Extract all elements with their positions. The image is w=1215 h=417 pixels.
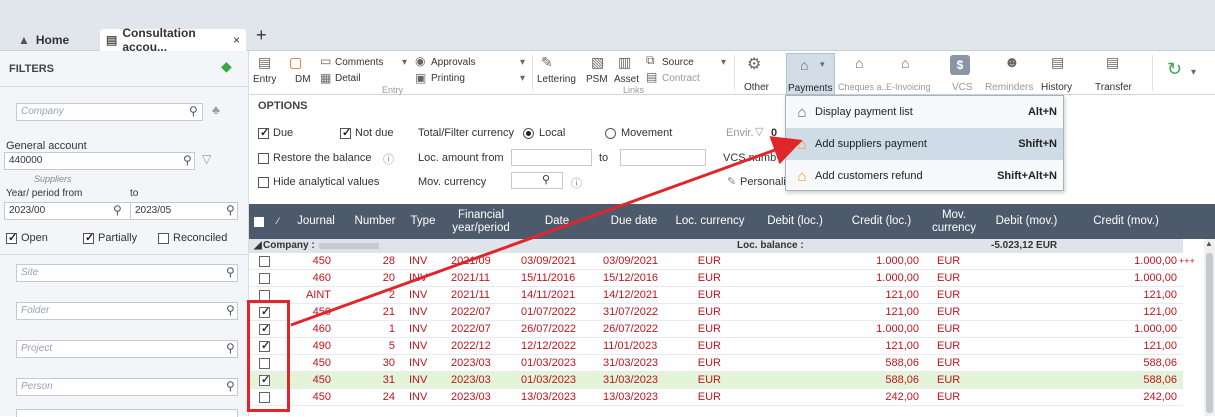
annotation-arrow — [290, 136, 803, 327]
